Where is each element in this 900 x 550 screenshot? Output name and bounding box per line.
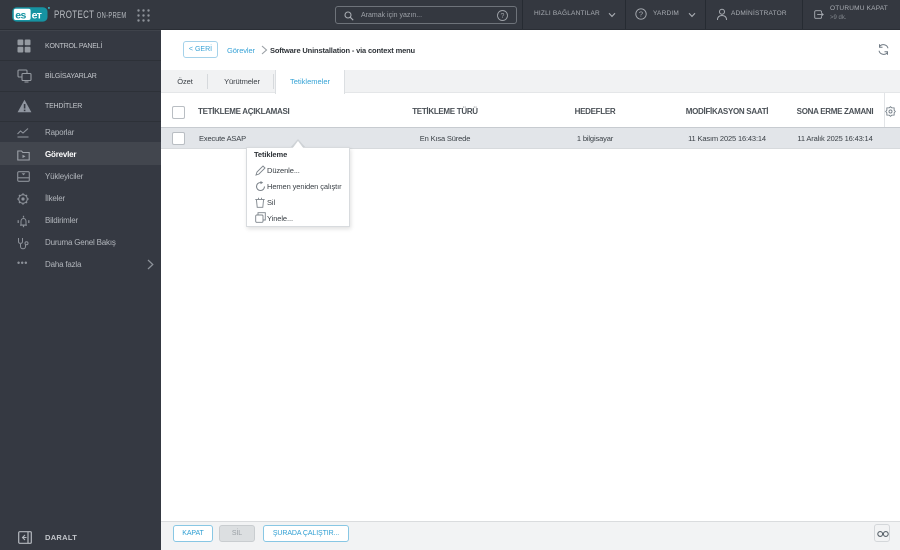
svg-text:es: es [15,10,26,22]
svg-text:ет: ет [32,10,42,22]
svg-text:?: ? [639,10,643,19]
svg-text:?: ? [501,13,505,20]
